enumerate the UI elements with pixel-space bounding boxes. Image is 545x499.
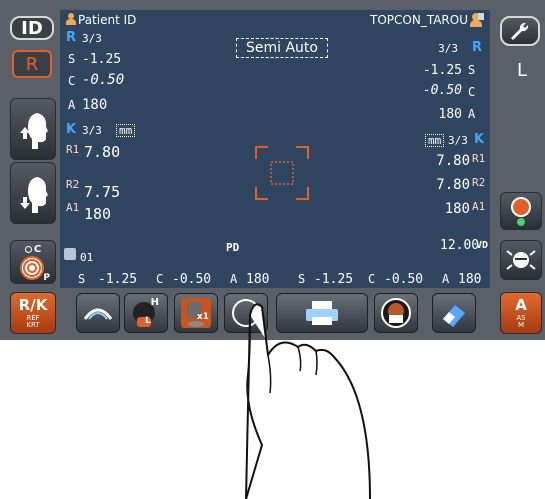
wrench-icon: [511, 22, 529, 40]
summary-a2-value: 180: [458, 272, 482, 287]
tracking-button[interactable]: [500, 240, 542, 280]
left-r2-value: 7.80: [436, 177, 470, 193]
clear-data-button[interactable]: [432, 293, 476, 333]
chinrest-down-icon: [20, 177, 48, 213]
right-r1-value: 7.80: [84, 143, 121, 161]
summary-c2-label: C: [368, 272, 376, 286]
measurement-screen: Patient ID Semi Auto TOPCON_TAROU R 3/3 …: [60, 10, 490, 288]
left-eye-unit: mm: [425, 134, 445, 147]
right-c-value: -0.50: [82, 72, 125, 88]
tracking-face-icon: [506, 250, 536, 270]
alignment-reticle: [255, 146, 309, 200]
left-a-label: A: [468, 107, 476, 121]
printer-page-icon: [64, 248, 76, 260]
patient-icon: [66, 13, 76, 25]
right-eye-krt-count: 3/3: [82, 124, 102, 137]
left-a-value: 180: [438, 107, 462, 122]
right-eye-krt-letter: K: [66, 122, 77, 137]
a-main-label: A: [515, 295, 527, 314]
measure-mode-indicator[interactable]: Semi Auto: [236, 38, 328, 58]
left-s-label: S: [468, 63, 476, 77]
left-r1-label: R1: [472, 152, 486, 165]
summary-s-value: -1.25: [98, 272, 138, 287]
cornea-button[interactable]: [76, 293, 120, 333]
rk-mode-button[interactable]: R/K REF KRT: [10, 292, 56, 334]
right-r2-value: 7.75: [84, 183, 121, 201]
mode-label: Semi Auto: [246, 40, 318, 56]
summary-a2-label: A: [442, 272, 450, 286]
vd-value: 12.00: [440, 238, 480, 253]
a-mode-button[interactable]: A AS M: [500, 292, 542, 334]
right-eye-indicator-label: R: [25, 53, 39, 75]
left-eye-indicator-label: L: [516, 59, 528, 81]
vd-label: VD: [476, 240, 489, 251]
pd-label: PD: [226, 241, 240, 254]
left-a1-value: 180: [444, 201, 470, 217]
pointing-hand-illustration: [245, 303, 371, 499]
left-eye-krt-count: 3/3: [448, 134, 468, 147]
left-c-label: C: [468, 85, 476, 99]
right-s-value: -1.25: [82, 52, 122, 67]
measure-mode-button[interactable]: C P: [10, 240, 56, 284]
right-eye-ref-letter: R: [66, 30, 77, 45]
left-r2-label: R2: [472, 176, 486, 189]
h-label: H: [150, 297, 159, 308]
head-position-button[interactable]: H L: [124, 293, 168, 333]
x1-label: x1: [196, 312, 209, 322]
eraser-icon: [443, 305, 465, 327]
right-s-label: S: [68, 52, 76, 66]
right-eye-indicator: R: [12, 50, 52, 78]
summary-c-value: -0.50: [172, 272, 212, 287]
auto-shot-button[interactable]: [500, 192, 542, 230]
id-button-label: ID: [21, 17, 43, 39]
mode-c-label: C: [33, 243, 42, 255]
green-dot-icon: [517, 217, 525, 226]
cornea-icon: [83, 308, 113, 320]
patient-id-label[interactable]: Patient ID: [78, 13, 136, 27]
target-icon: [20, 256, 44, 280]
left-eye-krt-letter: K: [474, 132, 485, 147]
chinrest-down-button[interactable]: [10, 162, 56, 224]
chinrest-up-icon: [20, 113, 48, 149]
left-a1-label: A1: [472, 200, 486, 213]
right-a1-label: A1: [66, 201, 80, 214]
id-button[interactable]: ID: [10, 16, 54, 40]
right-eye-ref-count: 3/3: [82, 32, 102, 45]
summary-strip: S -1.25 C -0.50 A 180 S -1.25 C -0.50 A …: [60, 270, 490, 288]
summary-c-label: C: [156, 272, 164, 286]
left-r1-value: 7.80: [436, 153, 470, 169]
settings-button[interactable]: [500, 16, 540, 46]
right-a1-value: 180: [84, 205, 112, 223]
operator-name: TOPCON_TAROU: [370, 13, 468, 27]
right-a-label: A: [68, 98, 76, 112]
right-r2-label: R2: [66, 178, 80, 191]
right-a-value: 180: [82, 97, 108, 113]
summary-s2-label: S: [298, 272, 306, 286]
device-frame: ID R C P R/K REF KRT L A AS M Patient ID…: [0, 0, 545, 340]
left-eye-indicator: L: [510, 56, 534, 84]
left-s-value: -1.25: [422, 63, 462, 78]
page-number: 01: [80, 251, 94, 264]
right-r1-label: R1: [66, 143, 80, 156]
summary-c2-value: -0.50: [384, 272, 424, 287]
right-eye-unit: mm: [116, 124, 136, 137]
left-eye-ref-count: 3/3: [438, 42, 458, 55]
a-sub-m-label: M: [517, 320, 525, 329]
operator-icon: [470, 13, 484, 27]
mode-p-label: P: [43, 273, 50, 283]
chinrest-up-button[interactable]: [10, 98, 56, 160]
summary-a-label: A: [230, 272, 238, 286]
right-c-label: C: [68, 74, 76, 88]
summary-s-label: S: [78, 272, 86, 286]
rk-sub-krt-label: KRT: [26, 320, 40, 329]
mode-dot-icon: [24, 245, 32, 253]
summary-s2-value: -1.25: [314, 272, 354, 287]
rk-main-label: R/K: [18, 295, 48, 314]
summary-a-value: 180: [246, 272, 270, 287]
left-eye-ref-letter: R: [472, 40, 483, 55]
record-circle-icon: [511, 196, 531, 217]
l-label: L: [145, 316, 151, 326]
magnification-button[interactable]: x1: [174, 293, 218, 333]
left-c-value: -0.50: [422, 83, 462, 98]
